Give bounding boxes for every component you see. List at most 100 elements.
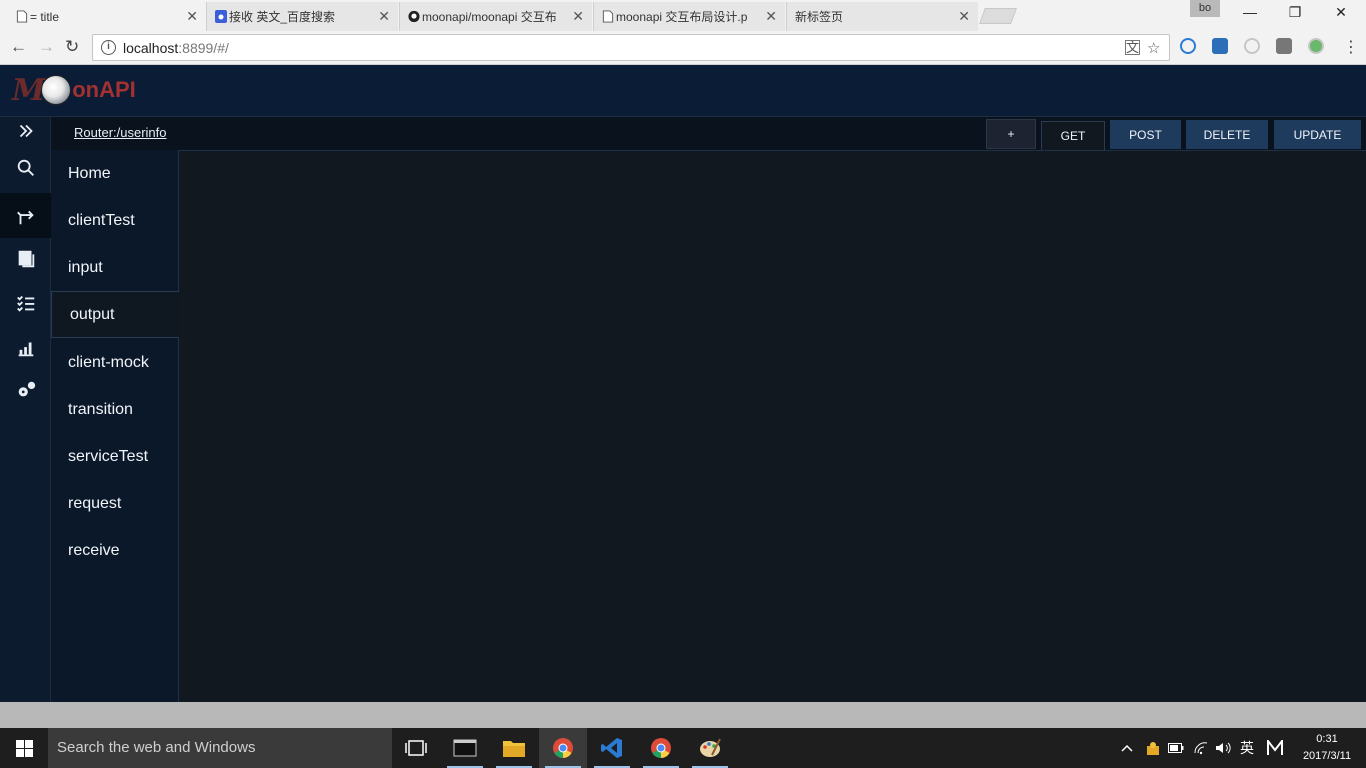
window-close-icon[interactable]: ✕ xyxy=(1321,4,1361,21)
chevron-up-icon xyxy=(1121,744,1133,752)
extension-search-icon[interactable] xyxy=(1180,38,1196,54)
menu-item-input[interactable]: input xyxy=(51,244,179,291)
task-view-icon xyxy=(405,740,427,756)
search-icon xyxy=(17,159,34,176)
taskbar-search-box[interactable]: Search the web and Windows xyxy=(48,728,392,768)
router-breadcrumb-link[interactable]: Router:/userinfo xyxy=(74,125,167,140)
browser-tab[interactable]: 接收 英文_百度搜索 ✕ xyxy=(206,2,398,31)
tab-title: moonapi 交互布局设计.p xyxy=(616,10,748,24)
rail-routes[interactable] xyxy=(0,193,51,238)
menu-item-home[interactable]: Home xyxy=(51,150,179,197)
task-view-button[interactable] xyxy=(392,728,440,768)
close-icon[interactable]: ✕ xyxy=(378,8,390,25)
chrome-icon xyxy=(651,738,671,758)
profile-button[interactable]: bo xyxy=(1190,0,1220,17)
menu-item-output[interactable]: output xyxy=(51,291,180,338)
windows-logo-icon xyxy=(15,739,33,757)
menu-item-transition[interactable]: transition xyxy=(51,386,179,433)
rail-chart[interactable] xyxy=(0,328,51,368)
terminal-icon xyxy=(453,739,477,757)
vscode-icon xyxy=(601,738,622,758)
tab-title: = title xyxy=(30,9,60,24)
checklist-icon xyxy=(16,295,34,312)
expand-icon xyxy=(19,124,33,138)
wifi-icon xyxy=(1194,742,1208,755)
reload-icon[interactable]: ↻ xyxy=(65,37,79,57)
close-icon[interactable]: ✕ xyxy=(572,8,584,25)
menu-item-servicetest[interactable]: serviceTest xyxy=(51,433,179,480)
tray-app-icon[interactable] xyxy=(1145,728,1161,768)
extension-m-icon[interactable] xyxy=(1276,38,1292,54)
rail-settings[interactable] xyxy=(0,370,51,410)
url-path: :8899/#/ xyxy=(178,40,229,56)
close-icon[interactable]: ✕ xyxy=(765,8,777,25)
app-logo[interactable]: M onAPI xyxy=(12,71,136,109)
extension-compass-icon[interactable] xyxy=(1244,38,1260,54)
add-method-button[interactable]: + xyxy=(986,119,1036,149)
window-bottom-strip xyxy=(0,702,1366,728)
document-icon xyxy=(18,250,34,268)
browser-tab[interactable]: moonapi 交互布局设计.p ✕ xyxy=(593,2,785,31)
clock-date: 2017/3/11 xyxy=(1302,750,1352,762)
menu-item-request[interactable]: request xyxy=(51,480,179,527)
forward-icon[interactable]: → xyxy=(38,37,55,57)
browser-tab-active[interactable]: = title ✕ xyxy=(8,2,206,31)
taskbar-chrome-active[interactable] xyxy=(539,728,587,768)
browser-tab[interactable]: 新标签页 ✕ xyxy=(786,2,978,31)
tab-update[interactable]: UPDATE xyxy=(1274,120,1361,149)
extension-green-icon[interactable] xyxy=(1308,38,1324,54)
network-indicator[interactable] xyxy=(1193,728,1209,768)
info-icon[interactable]: i xyxy=(101,40,116,55)
restore-icon[interactable]: ❐ xyxy=(1275,4,1315,21)
main-content-area xyxy=(179,150,1366,702)
tab-post[interactable]: POST xyxy=(1110,120,1181,149)
show-hidden-icons[interactable] xyxy=(1121,728,1133,768)
volume-indicator[interactable] xyxy=(1215,728,1231,768)
taskbar-paint[interactable] xyxy=(686,728,734,768)
menu-item-clienttest[interactable]: clientTest xyxy=(51,197,179,244)
close-icon[interactable]: ✕ xyxy=(958,8,970,25)
tray-person-icon xyxy=(1147,742,1159,755)
close-icon[interactable]: ✕ xyxy=(186,8,198,25)
input-method-indicator[interactable]: 英 xyxy=(1240,728,1254,768)
github-icon xyxy=(408,10,420,23)
browser-menu-icon[interactable]: ⋮ xyxy=(1343,37,1359,57)
chrome-icon xyxy=(553,738,573,758)
clock-time: 0:31 xyxy=(1316,733,1338,745)
ime-mode-button[interactable] xyxy=(1266,728,1284,768)
browser-tab[interactable]: moonapi/moonapi 交互布 ✕ xyxy=(399,2,592,31)
taskbar-vscode[interactable] xyxy=(588,728,636,768)
ime-m-icon xyxy=(1267,740,1283,755)
tab-delete[interactable]: DELETE xyxy=(1186,120,1268,149)
taskbar-terminal[interactable] xyxy=(441,728,489,768)
minimize-icon[interactable]: — xyxy=(1230,4,1270,20)
expand-button[interactable] xyxy=(0,117,51,145)
bookmark-star-icon[interactable]: ☆ xyxy=(1147,39,1160,57)
menu-item-client-mock[interactable]: client-mock xyxy=(51,339,179,386)
browser-toolbar: ← → ↻ i localhost:8899/#/ 文 ☆ ⋮ xyxy=(0,31,1366,65)
windows-taskbar: Search the web and Windows 英 0:31 2017/3… xyxy=(0,728,1366,768)
app-header: M onAPI xyxy=(0,65,1366,117)
rail-document[interactable] xyxy=(0,239,51,279)
rail-search[interactable] xyxy=(0,148,51,188)
folder-icon xyxy=(503,741,525,757)
menu-item-receive[interactable]: receive xyxy=(51,527,179,574)
logo-text: onAPI xyxy=(72,77,136,102)
extension-s-icon[interactable] xyxy=(1212,38,1228,54)
taskbar-chrome[interactable] xyxy=(637,728,685,768)
taskbar-file-explorer[interactable] xyxy=(490,728,538,768)
translate-icon[interactable]: 文 xyxy=(1125,40,1140,55)
route-submenu: Home clientTest input output client-mock… xyxy=(51,150,180,702)
tab-get[interactable]: GET xyxy=(1041,121,1105,150)
back-icon[interactable]: ← xyxy=(10,37,27,57)
new-tab-button[interactable] xyxy=(979,8,1017,24)
taskbar-clock[interactable]: 0:31 2017/3/11 xyxy=(1296,731,1358,765)
start-button[interactable] xyxy=(0,728,48,768)
rail-checklist[interactable] xyxy=(0,283,51,323)
icon-rail xyxy=(0,117,51,702)
battery-indicator[interactable] xyxy=(1168,728,1184,768)
settings-icon xyxy=(18,381,35,397)
address-bar[interactable]: i localhost:8899/#/ 文 ☆ xyxy=(92,34,1170,61)
page-icon xyxy=(16,10,28,23)
battery-icon xyxy=(1168,743,1184,753)
